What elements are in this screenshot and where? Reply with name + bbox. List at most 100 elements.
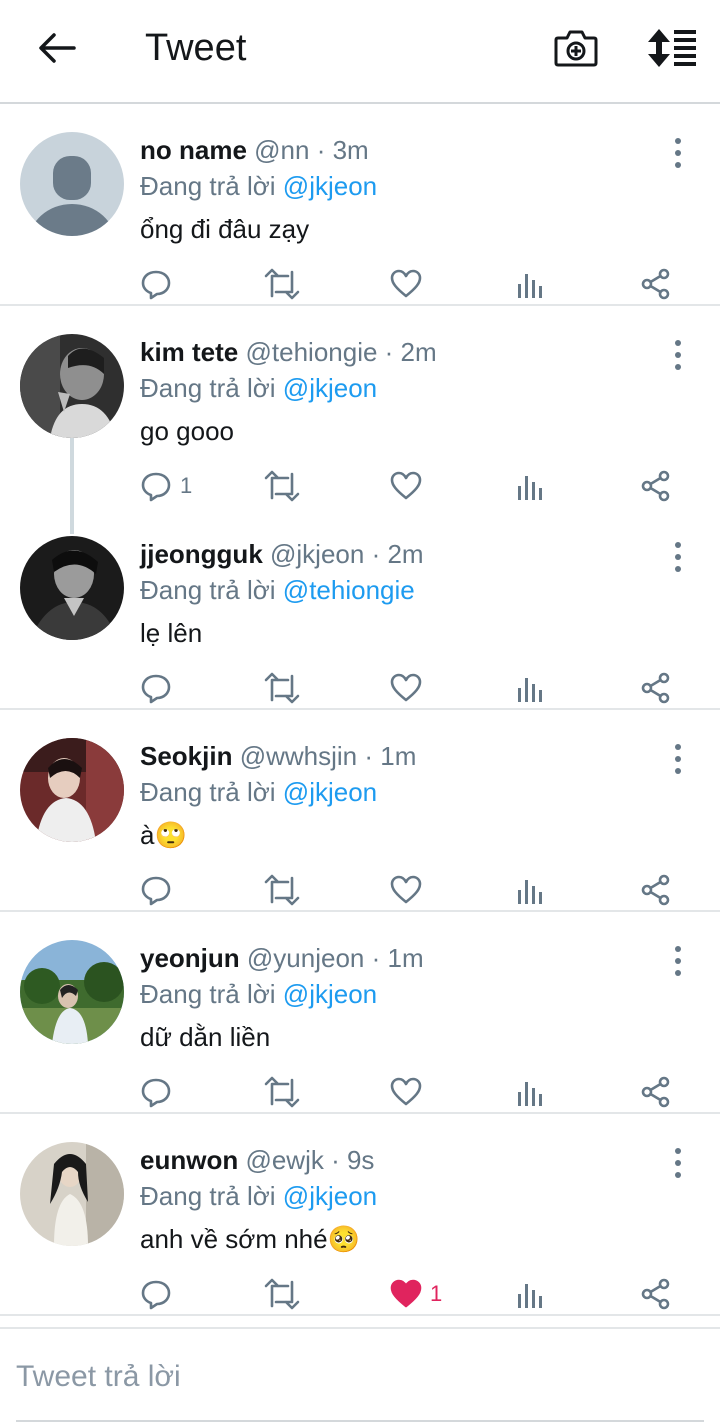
timestamp: · 9s	[331, 1145, 375, 1175]
avatar[interactable]	[20, 536, 124, 640]
display-name[interactable]: kim tete	[140, 337, 238, 367]
avatar[interactable]	[20, 738, 124, 842]
page-title: Tweet	[145, 27, 247, 69]
share-button[interactable]	[640, 469, 672, 503]
more-options-button[interactable]	[666, 338, 690, 372]
stats-button[interactable]	[516, 469, 546, 503]
tweet-text: lẹ lên	[140, 618, 203, 648]
handle: @jkjeon	[270, 539, 365, 569]
replying-to-label: Đang trả lời	[140, 979, 276, 1009]
share-button[interactable]	[640, 1075, 672, 1109]
share-button[interactable]	[640, 873, 672, 907]
display-name[interactable]: yeonjun	[140, 943, 240, 973]
retweet-icon	[264, 672, 300, 704]
stats-button[interactable]	[516, 267, 546, 301]
avatar[interactable]	[20, 1142, 124, 1246]
reply-button[interactable]	[140, 1277, 180, 1311]
replying-to-label: Đang trả lời	[140, 575, 276, 605]
retweet-icon	[264, 268, 300, 300]
share-button[interactable]	[640, 671, 672, 705]
display-name[interactable]: jjeongguk	[140, 539, 263, 569]
mention-link[interactable]: @jkjeon	[283, 777, 377, 807]
tweet-row[interactable]: no name @nn · 3m Đang trả lời @jkjeon ổng …	[0, 104, 720, 306]
mention-link[interactable]: @jkjeon	[283, 171, 377, 201]
like-button[interactable]	[390, 469, 430, 503]
more-vertical-icon	[666, 1148, 690, 1184]
replying-to-line: Đang trả lời @jkjeon	[140, 977, 377, 1011]
bar-chart-icon	[516, 672, 546, 704]
bar-chart-icon	[516, 1076, 546, 1108]
more-options-button[interactable]	[666, 944, 690, 978]
like-button[interactable]	[390, 1075, 430, 1109]
reply-button[interactable]	[140, 873, 180, 907]
retweet-button[interactable]	[264, 671, 300, 705]
tweet-text: à🙄	[140, 820, 187, 850]
more-options-button[interactable]	[666, 136, 690, 170]
timestamp: · 2m	[371, 539, 424, 569]
comment-icon	[140, 470, 172, 502]
heart-filled-icon	[390, 1278, 422, 1310]
heart-icon	[390, 874, 422, 906]
mention-link[interactable]: @jkjeon	[283, 979, 377, 1009]
retweet-button[interactable]	[264, 1075, 300, 1109]
retweet-button[interactable]	[264, 267, 300, 301]
top-app-bar: Tweet	[0, 0, 720, 104]
stats-button[interactable]	[516, 671, 546, 705]
like-button[interactable]: 1	[390, 1277, 442, 1311]
stats-button[interactable]	[516, 873, 546, 907]
reply-input[interactable]	[16, 1355, 696, 1399]
mention-link[interactable]: @tehiongie	[283, 575, 415, 605]
tweet-row[interactable]: yeonjun @yunjeon · 1m Đang trả lời @jkjeo…	[0, 912, 720, 1114]
reply-button[interactable]	[140, 671, 180, 705]
like-button[interactable]	[390, 267, 430, 301]
share-icon	[640, 672, 672, 704]
handle: @wwhsjin	[239, 741, 358, 771]
avatar[interactable]	[20, 132, 124, 236]
sort-button[interactable]	[644, 25, 700, 71]
reply-button[interactable]	[140, 267, 180, 301]
mention-link[interactable]: @jkjeon	[283, 373, 377, 403]
retweet-icon	[264, 1278, 300, 1310]
stats-button[interactable]	[516, 1075, 546, 1109]
more-vertical-icon	[666, 744, 690, 780]
reply-button[interactable]	[140, 1075, 180, 1109]
tweet-row[interactable]: jjeongguk @jkjeon · 2m Đang trả lời @tehi…	[0, 508, 720, 710]
camera-button[interactable]	[553, 25, 599, 71]
tweet-text: go gooo	[140, 416, 234, 446]
tweet-row[interactable]: eunwon @ewjk · 9s Đang trả lời @jkjeon anh…	[0, 1114, 720, 1316]
retweet-icon	[264, 874, 300, 906]
share-icon	[640, 268, 672, 300]
share-button[interactable]	[640, 1277, 672, 1311]
back-button[interactable]	[34, 26, 78, 70]
tweet-author-line: kim tete @tehiongie · 2m	[140, 335, 437, 369]
more-options-button[interactable]	[666, 742, 690, 776]
bar-chart-icon	[516, 470, 546, 502]
avatar[interactable]	[20, 940, 124, 1044]
more-vertical-icon	[666, 946, 690, 982]
heart-icon	[390, 1076, 422, 1108]
more-vertical-icon	[666, 138, 690, 174]
mention-link[interactable]: @jkjeon	[283, 1181, 377, 1211]
tweet-row[interactable]: kim tete @tehiongie · 2m Đang trả lời @jk…	[0, 306, 720, 508]
replying-to-line: Đang trả lời @tehiongie	[140, 573, 415, 607]
retweet-button[interactable]	[264, 469, 300, 503]
display-name[interactable]: no name	[140, 135, 247, 165]
display-name[interactable]: Seokjin	[140, 741, 232, 771]
stats-button[interactable]	[516, 1277, 546, 1311]
more-options-button[interactable]	[666, 1146, 690, 1180]
display-name[interactable]: eunwon	[140, 1145, 238, 1175]
heart-icon	[390, 470, 422, 502]
retweet-button[interactable]	[264, 1277, 300, 1311]
more-options-button[interactable]	[666, 540, 690, 574]
avatar[interactable]	[20, 334, 124, 438]
tweet-author-line: no name @nn · 3m	[140, 133, 369, 167]
like-button[interactable]	[390, 873, 430, 907]
share-icon	[640, 1278, 672, 1310]
share-button[interactable]	[640, 267, 672, 301]
share-icon	[640, 874, 672, 906]
reply-button[interactable]: 1	[140, 469, 192, 503]
tweet-row[interactable]: Seokjin @wwhsjin · 1m Đang trả lời @jkjeo…	[0, 710, 720, 912]
retweet-button[interactable]	[264, 873, 300, 907]
tweet-text: anh về sớm nhé🥺	[140, 1224, 360, 1254]
like-button[interactable]	[390, 671, 430, 705]
